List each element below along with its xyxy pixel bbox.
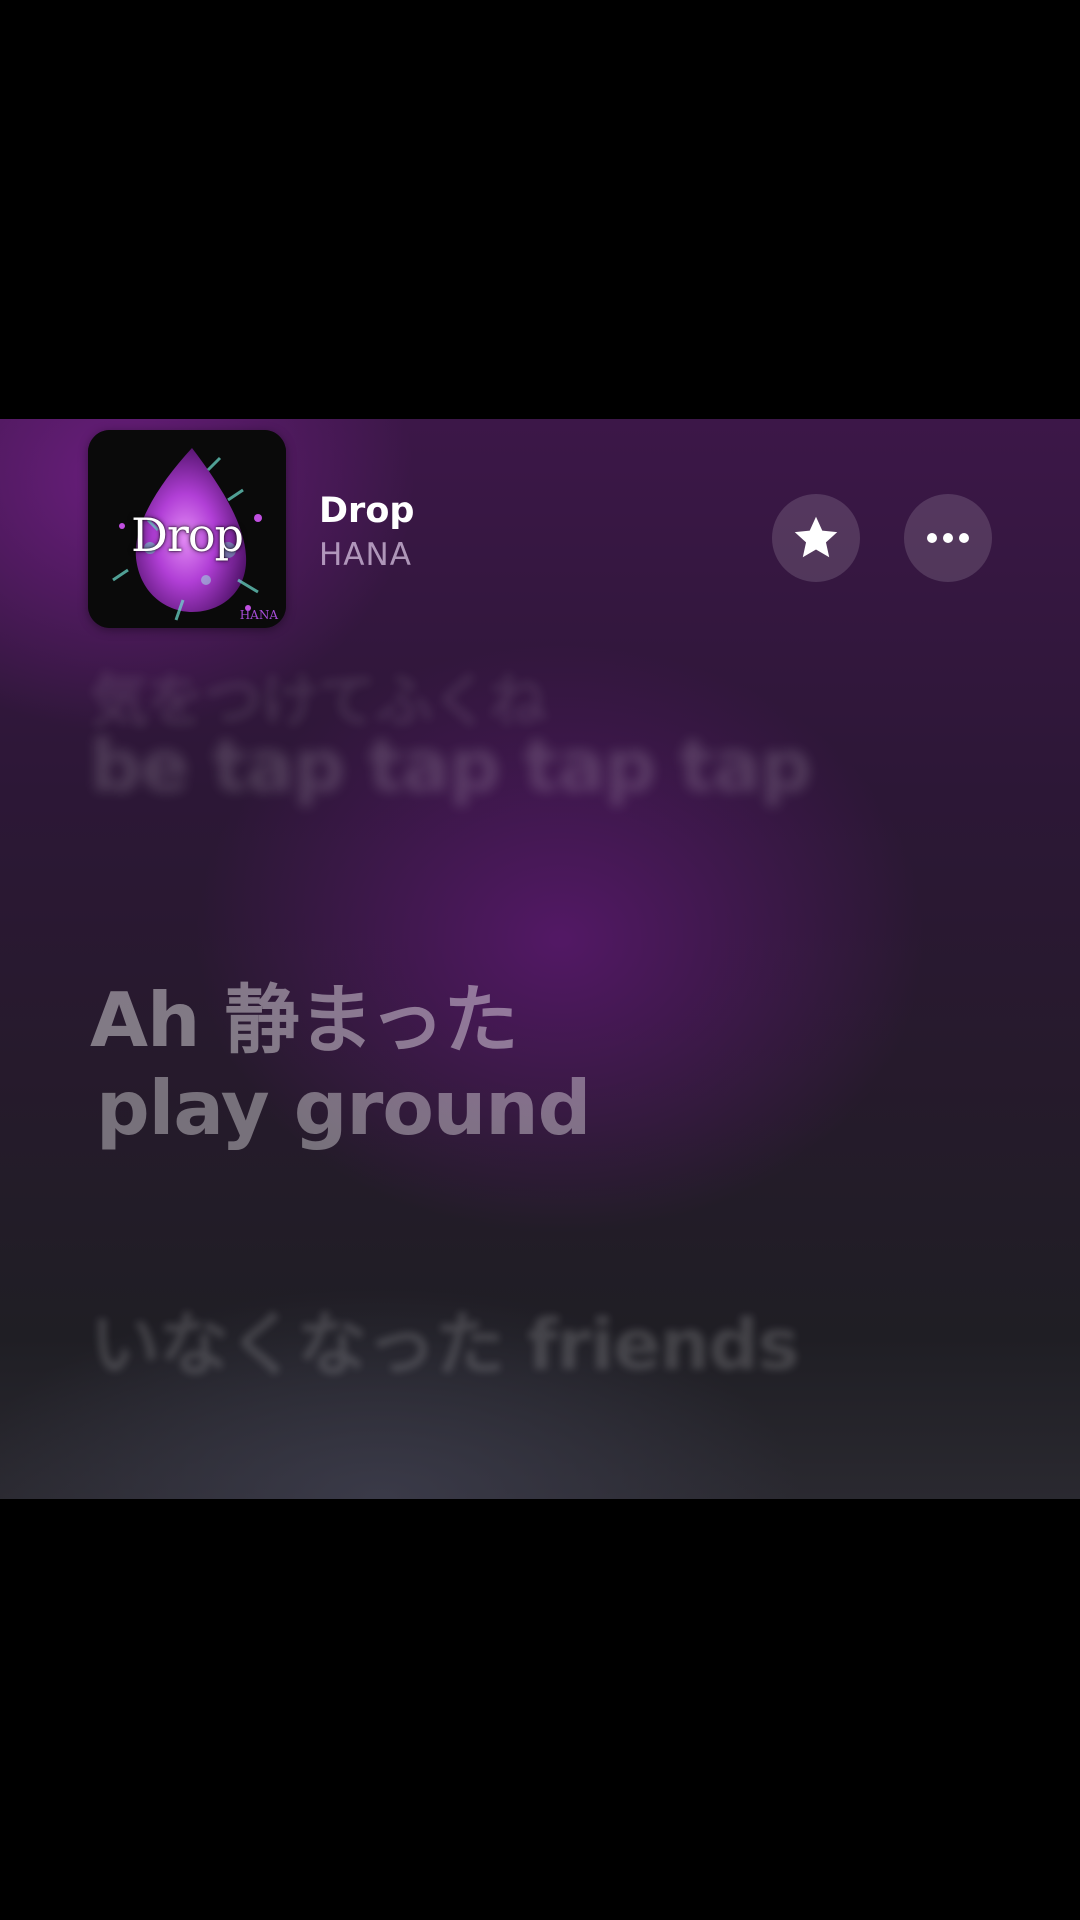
lyric-line-next[interactable]: いなくなった friends xyxy=(90,1289,799,1390)
album-cover-artist-logo: HANA xyxy=(239,608,278,622)
ellipsis-icon xyxy=(927,533,969,543)
song-artist[interactable]: HANA xyxy=(319,537,412,573)
lyrics-player-screen: Drop HANA Drop HANA 気をつけてふくね be tap tap … xyxy=(0,419,1080,1499)
song-title[interactable]: Drop xyxy=(319,491,414,531)
favorite-button[interactable] xyxy=(772,494,860,582)
album-cover[interactable]: Drop HANA xyxy=(88,430,286,628)
lyric-line-current[interactable]: Ah 静まった xyxy=(90,959,519,1068)
lyric-line-previous[interactable]: be tap tap tap tap xyxy=(90,724,812,808)
album-cover-title: Drop xyxy=(130,508,244,562)
more-options-button[interactable] xyxy=(904,494,992,582)
lyric-line-current[interactable]: play ground xyxy=(96,1064,591,1152)
star-icon xyxy=(794,516,838,558)
